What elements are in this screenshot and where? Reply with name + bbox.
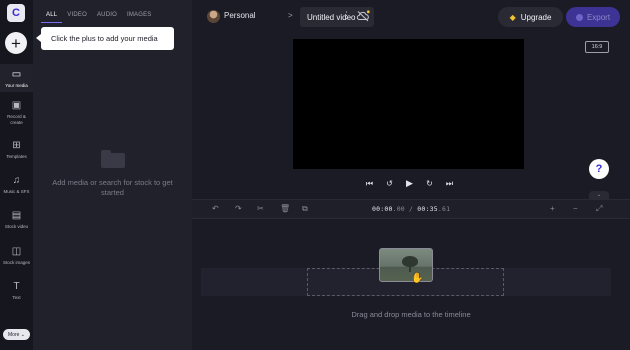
more-button[interactable]: More ⌄ (3, 329, 30, 340)
music-icon: ♫ (12, 175, 21, 186)
rail-item-label: Text (12, 295, 21, 300)
rail-item-label: Stock video (4, 224, 29, 229)
clipchamp-logo[interactable]: C (7, 4, 25, 22)
help-label: ? (595, 163, 603, 175)
grab-cursor-icon: ✋ (411, 273, 424, 284)
rail-item-label: Stock images (2, 260, 30, 265)
zoom-out-icon[interactable]: − (573, 204, 578, 213)
rail-item-music-sfx[interactable]: ♫ Music & SFX (0, 175, 33, 199)
timecode-current-frac: .00 (392, 205, 405, 213)
rail-item-label: Music & SFX (3, 189, 30, 194)
image-icon: ◫ (11, 246, 22, 257)
rail-item-text[interactable]: T Text (0, 281, 33, 305)
breadcrumb-separator: > (288, 11, 293, 20)
export-icon (575, 13, 583, 21)
app-root: C + ▭ Your media ▣ Record & create ⊞ Tem… (0, 0, 630, 350)
help-button[interactable]: ? (589, 159, 609, 179)
folder-icon: ▭ (11, 69, 22, 80)
timecode-separator: / (404, 205, 418, 213)
tab-video[interactable]: VIDEO (62, 9, 92, 23)
empty-folder-icon (100, 150, 125, 168)
add-media-button[interactable]: + (5, 32, 27, 54)
plus-icon: + (11, 33, 21, 53)
workspace-name[interactable]: Personal (224, 11, 256, 20)
tab-all[interactable]: ALL (41, 9, 63, 23)
rail-item-label: Your media (5, 83, 28, 88)
undo-icon[interactable]: ↶ (212, 204, 219, 213)
diamond-icon: ◆ (509, 12, 516, 22)
zoom-in-icon[interactable]: + (550, 204, 555, 213)
rail-item-templates[interactable]: ⊞ Templates (0, 140, 33, 164)
rail-item-record-create[interactable]: ▣ Record & create (0, 100, 33, 130)
trash-icon[interactable]: 🗑 (280, 204, 290, 213)
skip-back-icon[interactable]: ⏮ (365, 179, 374, 189)
film-icon: ▤ (11, 210, 22, 221)
drop-hint-text: Drag and drop media to the timeline (351, 310, 471, 319)
collapse-preview-tab[interactable]: ⌄ (589, 191, 609, 199)
tree-trunk (409, 265, 411, 272)
video-preview-canvas (293, 39, 524, 169)
rail-item-label: Record & create (7, 114, 26, 125)
media-panel: ALL VIDEO AUDIO IMAGES Add media or sear… (33, 0, 192, 350)
rail-item-label: Templates (6, 154, 27, 159)
aspect-ratio-label: 16:9 (591, 44, 603, 50)
duplicate-icon[interactable]: ⧉ (302, 204, 308, 214)
text-icon: T (13, 281, 20, 292)
timeline-area: ✋ Drag and drop media to the timeline (192, 219, 630, 350)
upgrade-button[interactable]: ◆ Upgrade (498, 7, 563, 27)
timecode-total: 00:35 (417, 205, 438, 213)
scissors-icon[interactable]: ✂ (257, 204, 264, 213)
left-nav-rail: C + ▭ Your media ▣ Record & create ⊞ Tem… (0, 0, 33, 350)
rail-item-stock-video[interactable]: ▤ Stock video (0, 210, 33, 234)
aspect-ratio-button[interactable]: 16:9 (585, 41, 609, 53)
skip-forward-icon[interactable]: ⏭ (445, 179, 454, 189)
more-options-icon[interactable]: ⋮ (342, 10, 351, 21)
cloud-sync-off-icon[interactable] (356, 10, 370, 22)
rail-item-your-media[interactable]: ▭ Your media (0, 64, 33, 92)
timecode-total-frac: .61 (437, 205, 451, 213)
dragged-media-clip[interactable] (379, 248, 433, 282)
avatar[interactable] (207, 10, 220, 23)
camera-icon: ▣ (11, 100, 22, 111)
timeline-toolbar: ↶ ↷ ✂ 🗑 ⧉ 00:00.00 / 00:35.61 + − ⤢ (192, 199, 630, 219)
tooltip-text: Click the plus to add your media (51, 34, 158, 43)
redo-icon[interactable]: ↷ (235, 204, 242, 213)
rail-item-stock-images[interactable]: ◫ Stock images (0, 246, 33, 270)
forward-5s-icon[interactable]: ↻ (425, 179, 434, 188)
fit-timeline-icon[interactable]: ⤢ (596, 204, 602, 214)
templates-icon: ⊞ (12, 140, 21, 151)
top-header: Personal > Untitled video ⋮ ◆ Upgrade Ex… (192, 0, 630, 34)
timecode-current: 00:00 (372, 205, 393, 213)
media-empty-state: Add media or search for stock to get sta… (33, 150, 192, 198)
export-label: Export (586, 12, 611, 22)
add-media-tooltip: Click the plus to add your media (36, 27, 174, 50)
tab-audio[interactable]: AUDIO (92, 9, 122, 23)
tab-images[interactable]: IMAGES (122, 9, 157, 23)
timecode: 00:00.00 / 00:35.61 (372, 205, 450, 213)
logo-letter: C (12, 7, 20, 19)
chevron-down-icon: ⌄ (596, 192, 602, 198)
media-tabs: ALL VIDEO AUDIO IMAGES (41, 9, 157, 23)
rewind-5s-icon[interactable]: ↺ (385, 179, 394, 188)
preview-area: 16:9 ⏮ ↺ ▶ ↻ ⏭ ? ⌄ (192, 34, 630, 199)
play-icon[interactable]: ▶ (405, 178, 414, 189)
media-empty-text: Add media or search for stock to get sta… (52, 178, 173, 197)
export-button[interactable]: Export (566, 7, 620, 27)
upgrade-label: Upgrade (520, 12, 552, 22)
playback-controls: ⏮ ↺ ▶ ↻ ⏭ (365, 178, 454, 189)
